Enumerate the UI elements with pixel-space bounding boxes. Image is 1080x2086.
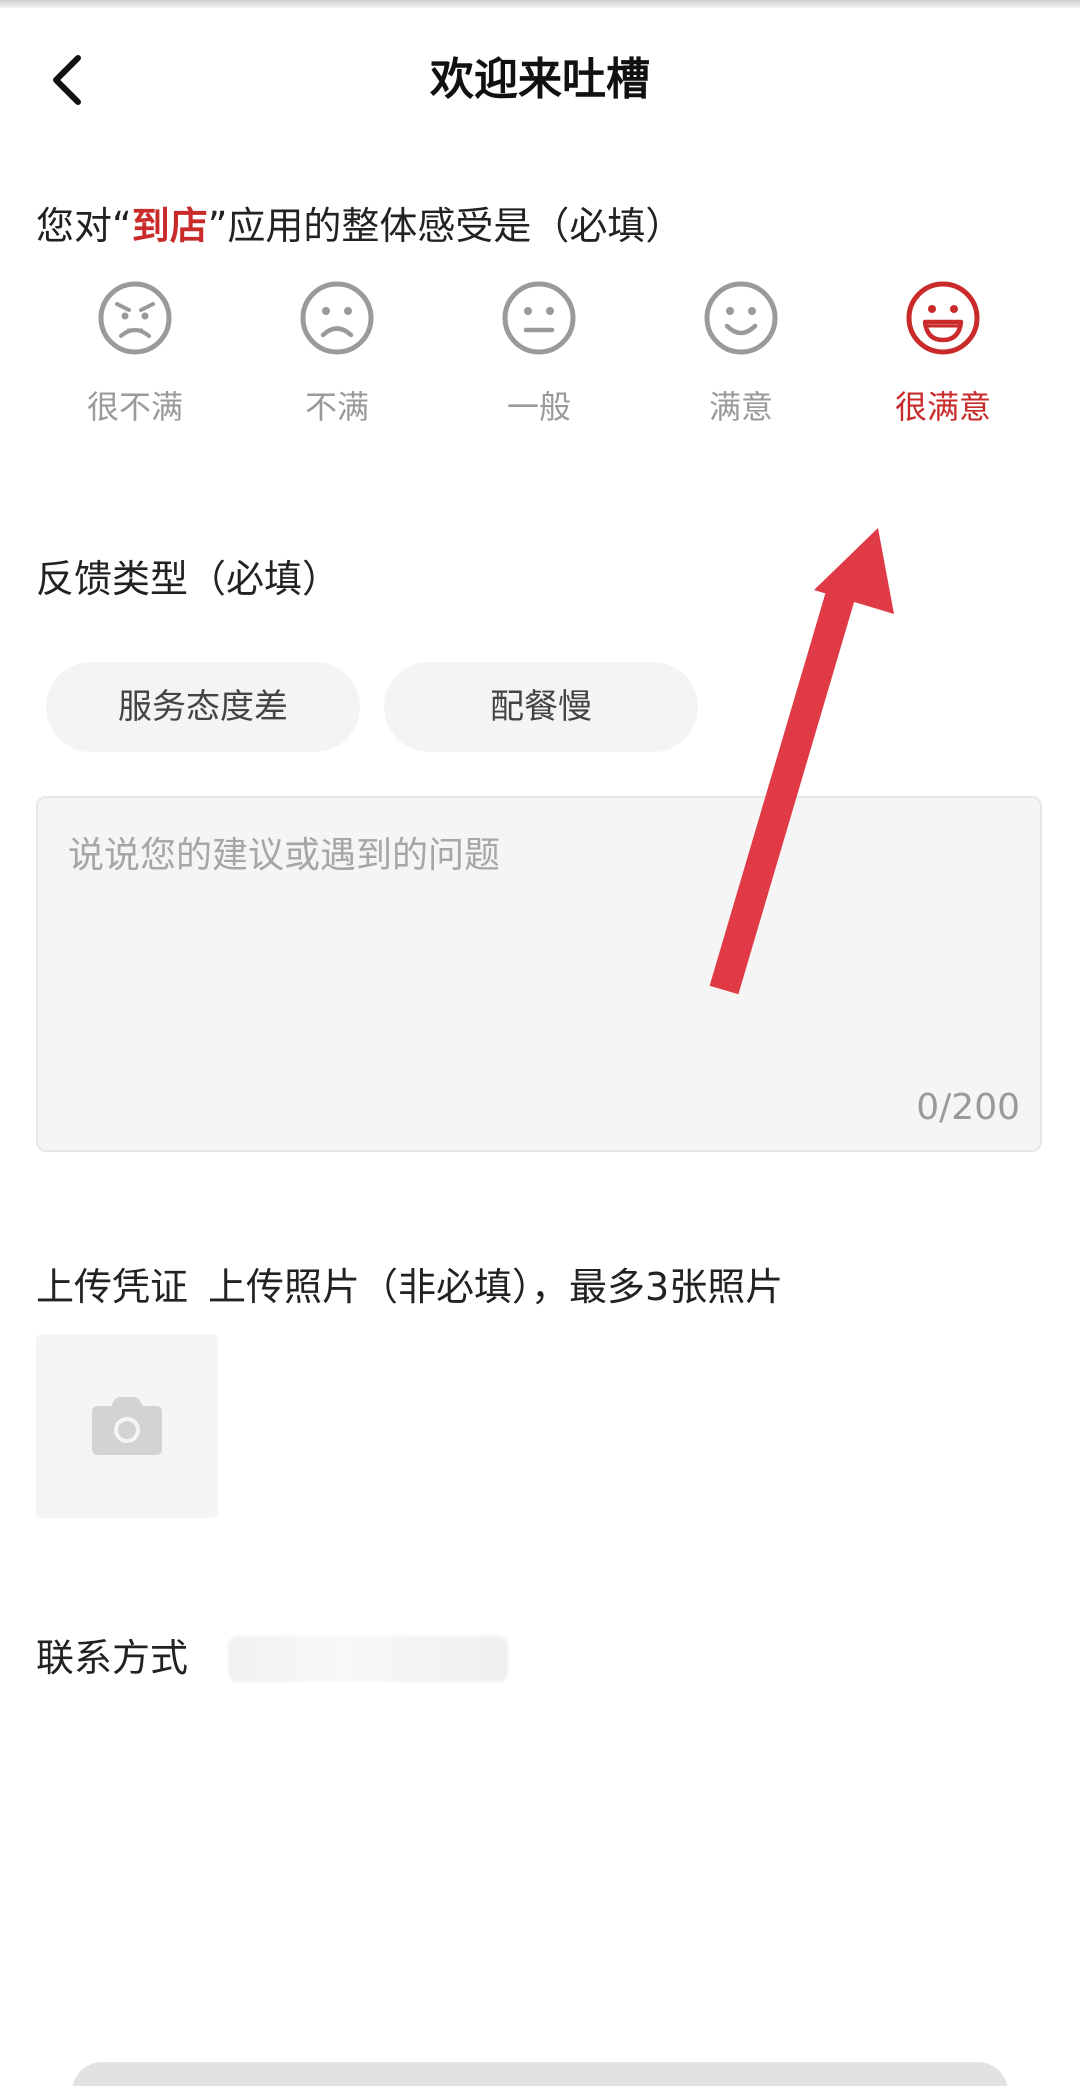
- very-happy-face-icon: [906, 281, 980, 355]
- upload-hint: 上传照片（非必填），最多3张照片: [208, 1265, 784, 1309]
- very-unhappy-face-icon: [98, 281, 172, 355]
- contact-value-field[interactable]: [228, 1636, 508, 1682]
- char-counter: 0/200: [916, 1087, 1020, 1128]
- rating-label: 很不满: [86, 388, 183, 426]
- upload-title: 上传凭证: [36, 1265, 189, 1309]
- rating-question: 您对“到店”应用的整体感受是（必填）: [36, 196, 683, 256]
- rating-option-unhappy[interactable]: 不满: [236, 280, 438, 440]
- chip-slow-delivery[interactable]: 配餐慢: [384, 662, 698, 752]
- rating-question-highlight: 到店: [131, 204, 208, 248]
- unhappy-face-icon: [300, 281, 374, 355]
- back-button[interactable]: [38, 50, 98, 110]
- feedback-page: 欢迎来吐槽 您对“到店”应用的整体感受是（必填） 很不满 不满 一般 满意 很满…: [0, 0, 1080, 2086]
- happy-face-icon: [704, 281, 778, 355]
- rating-option-very-happy[interactable]: 很满意: [842, 280, 1044, 440]
- page-title: 欢迎来吐槽: [430, 54, 650, 105]
- rating-label: 一般: [506, 388, 571, 426]
- contact-label: 联系方式: [36, 1636, 189, 1680]
- rating-label: 满意: [708, 388, 773, 426]
- rating-option-happy[interactable]: 满意: [640, 280, 842, 440]
- upload-title-row: 上传凭证 上传照片（非必填），最多3张照片: [36, 1256, 783, 1311]
- rating-question-suffix: ”应用的整体感受是（必填）: [207, 204, 684, 248]
- contact-row: 联系方式: [36, 1628, 508, 1688]
- header: 欢迎来吐槽: [0, 40, 1080, 120]
- chevron-left-icon: [53, 55, 81, 105]
- rating-option-neutral[interactable]: 一般: [438, 280, 640, 440]
- feedback-type-title: 反馈类型（必填）: [36, 557, 341, 601]
- feedback-textarea-container: 0/200: [36, 796, 1042, 1152]
- rating-question-prefix: 您对“: [36, 204, 132, 248]
- neutral-face-icon: [502, 281, 576, 355]
- rating-label: 很满意: [894, 388, 991, 426]
- feedback-textarea[interactable]: [66, 824, 1010, 1078]
- camera-icon: [92, 1397, 162, 1455]
- status-bar-edge: [0, 0, 1080, 8]
- chip-poor-service[interactable]: 服务态度差: [46, 662, 360, 752]
- rating-options: 很不满 不满 一般 满意 很满意: [0, 280, 1080, 440]
- rating-option-very-unhappy[interactable]: 很不满: [34, 280, 236, 440]
- rating-label: 不满: [304, 388, 369, 426]
- upload-photo-button[interactable]: [36, 1334, 218, 1518]
- submit-button[interactable]: [72, 2062, 1008, 2086]
